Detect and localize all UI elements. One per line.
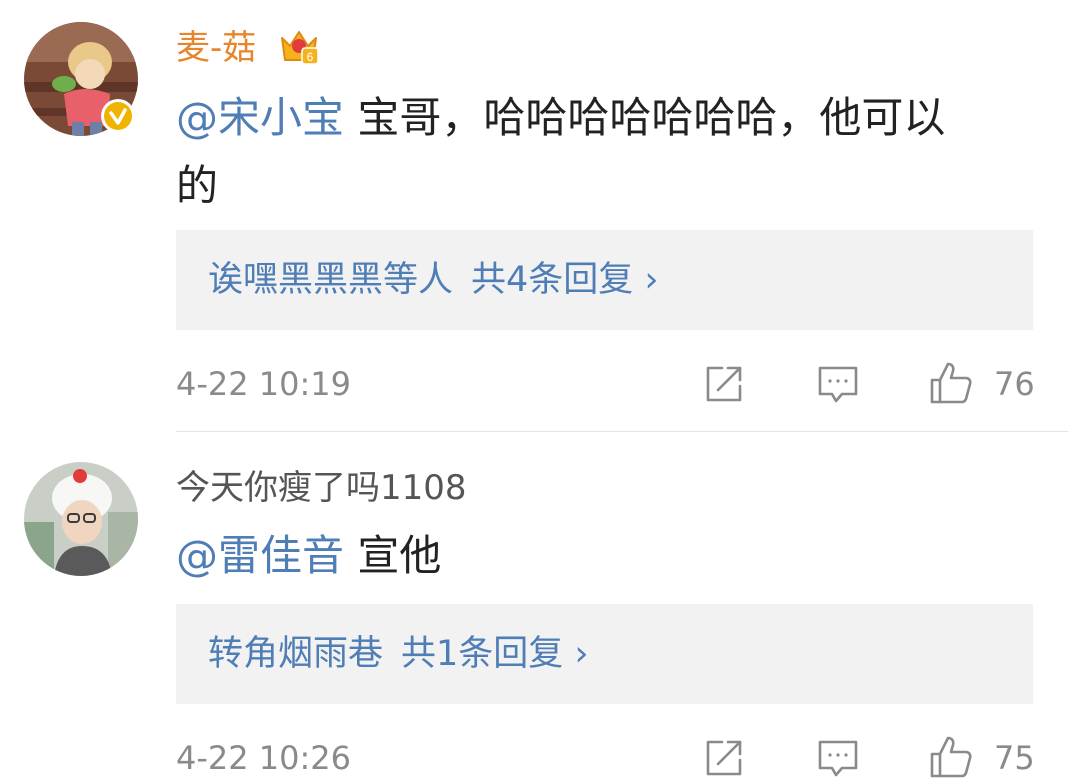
share-icon[interactable] bbox=[702, 736, 746, 780]
replies-count: 共1条回复 bbox=[401, 634, 564, 674]
comment-item: 今天你瘦了吗1108 @雷佳音 宣他 转角烟雨巷 共1条回复 › 4-22 10:… bbox=[0, 432, 1068, 782]
comment-text: @宋小宝 宝哥，哈哈哈哈哈哈哈，他可以 的 bbox=[176, 84, 1016, 220]
thumbs-up-icon[interactable] bbox=[928, 360, 972, 404]
replies-count: 共4条回复 bbox=[471, 260, 634, 300]
replies-names: 转角烟雨巷 bbox=[208, 634, 384, 674]
like-count: 75 bbox=[994, 739, 1035, 777]
share-icon[interactable] bbox=[702, 362, 746, 406]
timestamp: 4-22 10:26 bbox=[176, 739, 352, 777]
comment-item: 麦-菇 6 @宋小宝 宝哥，哈哈哈哈哈哈哈，他可以 的 诶嘿黑黑黑等人 共4条回复… bbox=[0, 0, 1068, 432]
like-count: 76 bbox=[994, 365, 1035, 403]
comment-text: @雷佳音 宣他 bbox=[176, 522, 1016, 590]
mention-link[interactable]: @雷佳音 bbox=[176, 531, 344, 580]
username[interactable]: 麦-菇 bbox=[176, 26, 256, 70]
svg-text:6: 6 bbox=[307, 50, 314, 64]
avatar[interactable] bbox=[24, 462, 138, 576]
replies-preview[interactable]: 诶嘿黑黑黑等人 共4条回复 › bbox=[176, 230, 1033, 330]
comment-body-continued: 的 bbox=[176, 161, 219, 210]
replies-names: 诶嘿黑黑黑等人 bbox=[208, 260, 454, 300]
comment-body: 宝哥，哈哈哈哈哈哈哈，他可以 bbox=[344, 93, 946, 142]
verified-badge-icon bbox=[100, 98, 136, 134]
chevron-right-icon: › bbox=[574, 634, 589, 674]
thumbs-up-icon[interactable] bbox=[928, 734, 972, 778]
mention-link[interactable]: @宋小宝 bbox=[176, 93, 344, 142]
comment-body: 宣他 bbox=[344, 531, 442, 580]
crown-badge-icon: 6 bbox=[278, 26, 320, 66]
username[interactable]: 今天你瘦了吗1108 bbox=[176, 466, 467, 510]
comment-icon[interactable] bbox=[816, 362, 860, 406]
chevron-right-icon: › bbox=[644, 260, 659, 300]
comment-icon[interactable] bbox=[816, 736, 860, 780]
timestamp: 4-22 10:19 bbox=[176, 365, 352, 403]
replies-preview[interactable]: 转角烟雨巷 共1条回复 › bbox=[176, 604, 1033, 704]
